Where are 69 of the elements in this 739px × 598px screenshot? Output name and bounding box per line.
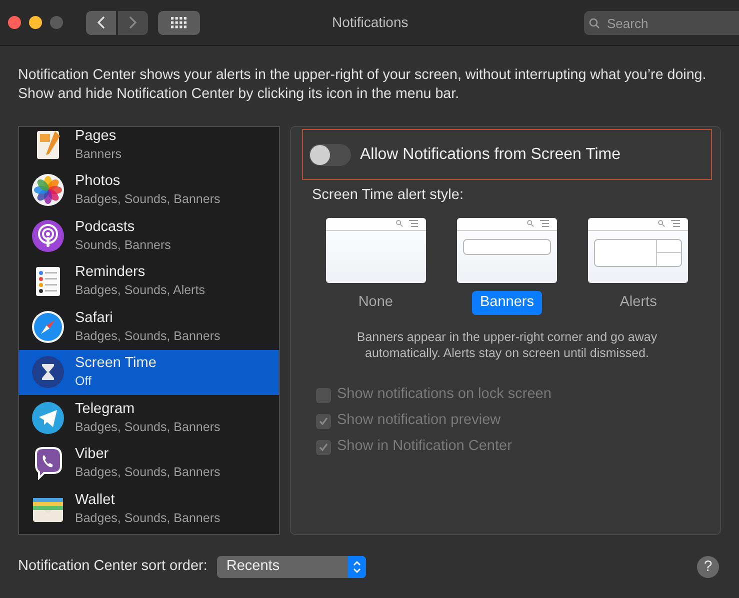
app-alert-summary: Off <box>75 373 92 390</box>
sort-label: Notification Center sort order: <box>18 557 208 576</box>
search-field[interactable]: Search <box>584 11 739 35</box>
app-alert-summary: Badges, Sounds, Banners <box>75 418 220 436</box>
app-row[interactable]: Screen Time Off <box>19 350 279 395</box>
minimize-button[interactable] <box>29 16 42 29</box>
up-down-chevron-icon <box>353 560 362 574</box>
option-label: Show in Notification Center <box>337 437 512 456</box>
app-name: Pages <box>75 127 118 145</box>
allow-label: Allow Notifications from Screen Time <box>360 144 621 164</box>
app-row[interactable]: Safari Badges, Sounds, Banners <box>19 304 279 350</box>
paper-plane-icon <box>31 400 65 435</box>
app-alert-summary: Badges, Sounds, Banners <box>75 191 220 208</box>
flower-icon <box>31 173 65 208</box>
podcast-icon <box>31 218 65 253</box>
app-alert-summary: Sounds, Banners <box>75 236 171 254</box>
zoom-button[interactable] <box>50 16 63 29</box>
app-alert-summary: Badges, Sounds, Banners <box>75 510 220 527</box>
show-all-button[interactable] <box>158 10 200 34</box>
back-button[interactable] <box>86 10 116 34</box>
option-label: Show notification preview <box>337 411 501 430</box>
alert-style-option[interactable]: Banners <box>472 290 542 314</box>
compass-icon <box>31 310 65 344</box>
toggle-switch[interactable] <box>309 144 351 166</box>
search-icon <box>396 220 403 228</box>
search-icon <box>658 220 666 228</box>
app-name: Viber <box>75 445 110 464</box>
app-row[interactable]: Telegram Badges, Sounds, Banners <box>19 395 279 440</box>
intro-text: Notification Center shows your alerts in the upper-right of your screen, without interrupting what you’re doing. Show and hide Notification Center by clicking its icon in the menu bar. <box>17 66 708 104</box>
close-button[interactable] <box>8 16 21 29</box>
sort-popup[interactable]: Recents <box>217 556 366 578</box>
alert-style-preview[interactable] <box>456 218 557 283</box>
section-label: Screen Time alert style: <box>311 186 464 205</box>
app-alert-summary: Badges, Sounds, Banners <box>75 464 220 482</box>
chevron-right-icon <box>129 16 137 29</box>
forward-button[interactable] <box>118 10 148 34</box>
app-name: Wallet <box>75 490 116 509</box>
search-icon <box>589 18 600 29</box>
app-name: Safari <box>75 308 114 327</box>
app-name: Telegram <box>75 400 136 418</box>
checkmark-icon <box>318 442 329 452</box>
app-row[interactable]: Pages Banners <box>19 127 279 168</box>
alert-style-option[interactable]: Alerts <box>612 290 665 314</box>
help-button[interactable]: ? <box>697 556 719 578</box>
list-icon <box>540 220 549 228</box>
app-name: Reminders <box>75 263 146 282</box>
alert-style-option[interactable]: None <box>350 290 401 314</box>
window-title: Notifications <box>332 13 408 32</box>
app-row[interactable]: Reminders Badges, Sounds, Alerts <box>19 258 279 304</box>
alert-style-preview[interactable] <box>588 218 688 283</box>
app-name: Screen Time <box>75 354 156 372</box>
app-name: Photos <box>75 172 122 190</box>
chevron-left-icon <box>97 16 105 29</box>
option-label: Show notifications on lock screen <box>337 385 552 404</box>
grid-icon <box>171 16 187 28</box>
hourglass-icon <box>31 355 65 390</box>
app-row[interactable]: Wallet Badges, Sounds, Banners <box>19 486 279 532</box>
description-text: Banners appear in the upper-right corner and go away automatically. Alerts stay on screen until dismissed. <box>356 328 658 362</box>
app-name: Podcasts <box>75 218 136 236</box>
search-icon <box>526 220 534 228</box>
app-row[interactable]: Viber Badges, Sounds, Banners <box>19 440 279 486</box>
app-alert-summary: Badges, Sounds, Alerts <box>75 282 205 300</box>
checkmark-icon <box>318 416 329 426</box>
list-icon <box>408 220 418 228</box>
app-row[interactable]: Photos Badges, Sounds, Banners <box>19 168 279 213</box>
app-row[interactable]: Podcasts Sounds, Banners <box>19 213 279 258</box>
list-icon <box>671 220 680 228</box>
app-alert-summary: Banners <box>75 146 122 163</box>
app-alert-summary: Badges, Sounds, Banners <box>75 328 220 345</box>
